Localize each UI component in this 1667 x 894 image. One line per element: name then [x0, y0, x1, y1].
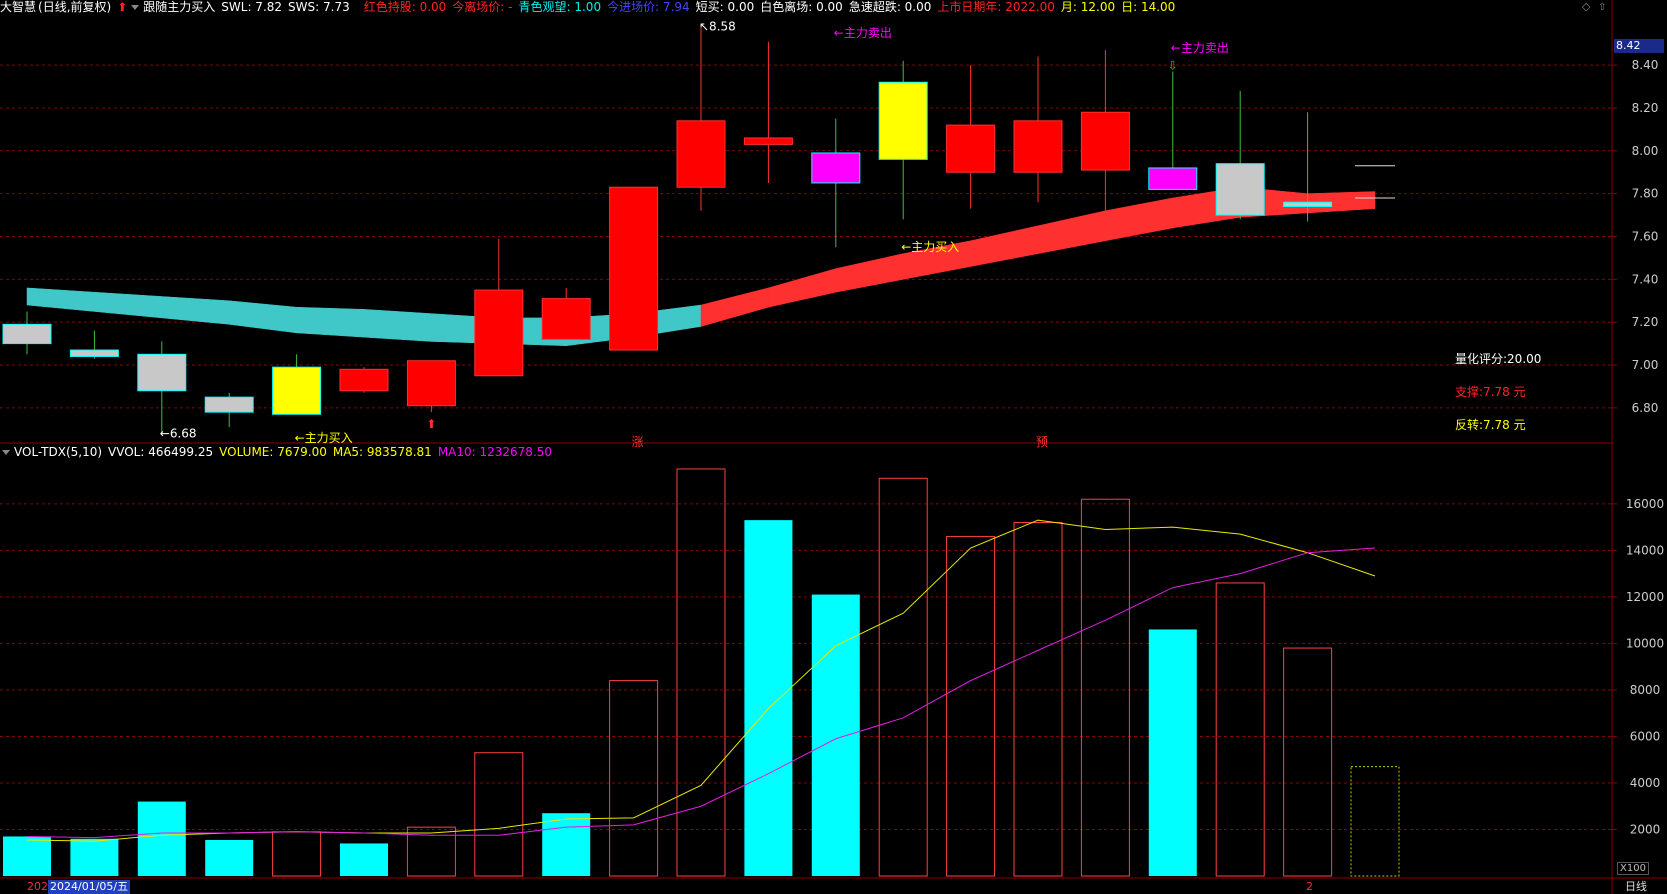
- candle-body: [811, 152, 861, 184]
- trend-ribbon-segment: [94, 291, 163, 319]
- volume-bar: [70, 838, 119, 876]
- chart-annotation: 涨: [632, 434, 644, 449]
- volume-header: VOL-TDX(5,10) VVOL: 466499.25 VOLUME: 7679…: [0, 445, 558, 459]
- trend-ribbon-segment: [296, 306, 365, 338]
- candle-body: [1215, 163, 1265, 216]
- volume-dropdown-icon[interactable]: [2, 450, 10, 455]
- quant-score: 量化评分:20.00: [1455, 352, 1542, 366]
- candle-body: [541, 298, 591, 340]
- chart-annotation: ←主力买入: [295, 431, 353, 445]
- candle-body: [272, 366, 322, 415]
- ma5-value: MA5: 983578.81: [332, 445, 432, 459]
- candle-body: [474, 289, 524, 377]
- volume-tick-label: 4000: [1630, 776, 1661, 790]
- candle-body: [609, 186, 659, 351]
- volume-bar: [1283, 647, 1333, 877]
- volume-tick-label: 8000: [1630, 683, 1661, 697]
- volume-bar: [340, 843, 388, 876]
- trend-ribbon-segment: [26, 287, 95, 312]
- candle-body: [878, 81, 928, 160]
- volume-bar: [744, 520, 793, 876]
- volume-bar: [474, 752, 524, 877]
- candle-body: [2, 323, 52, 345]
- volume-value: VOLUME: 7679.00: [219, 445, 327, 459]
- price-tick-label: 7.40: [1632, 272, 1659, 286]
- volume-unit-label: X100: [1617, 862, 1649, 875]
- volume-bar: [1215, 582, 1265, 877]
- vvol-value: VVOL: 466499.25: [108, 445, 214, 459]
- reversal-value: 反转:7.78 元: [1455, 418, 1526, 432]
- trend-ribbon-segment: [835, 253, 904, 293]
- candle-body: [69, 349, 119, 357]
- volume-bar: [205, 839, 254, 876]
- volume-indicator-name[interactable]: VOL-TDX(5,10): [14, 445, 102, 459]
- trend-ribbon-segment: [363, 309, 432, 342]
- volume-tick-label: 16000: [1626, 497, 1664, 511]
- trend-ribbon-segment: [700, 287, 769, 327]
- volume-tick-label: 2000: [1630, 822, 1661, 836]
- volume-bar: [811, 594, 860, 876]
- buy-signal-arrow-icon: ⬆: [426, 417, 436, 431]
- date-marker-right: 2: [1306, 880, 1313, 893]
- volume-tick-label: 14000: [1626, 543, 1664, 557]
- trend-ribbon-segment: [228, 300, 297, 334]
- price-tick-label: 7.80: [1632, 187, 1659, 201]
- chart-annotation: ←主力卖出: [834, 26, 892, 40]
- candle-body: [676, 120, 726, 188]
- candle-body: [743, 137, 793, 145]
- candle-body: [1283, 201, 1333, 208]
- trend-ribbon-segment: [161, 296, 230, 325]
- volume-bar: [878, 477, 928, 877]
- volume-bar: [609, 680, 659, 877]
- price-tick-label: 8.00: [1632, 144, 1659, 158]
- sell-signal-arrow-icon: ⇩: [1168, 59, 1178, 73]
- chart-annotation: ←6.68: [160, 427, 197, 441]
- trend-ribbon-segment: [768, 268, 837, 308]
- volume-tick-label: 10000: [1626, 636, 1664, 650]
- volume-bar: [1013, 521, 1063, 877]
- candle-body: [137, 353, 187, 392]
- candle-body: [406, 360, 456, 407]
- price-tick-label: 6.80: [1632, 401, 1659, 415]
- candle-body: [946, 124, 996, 173]
- trend-ribbon-segment: [1037, 210, 1106, 254]
- price-tick-label: 8.20: [1632, 101, 1659, 115]
- price-tick-label: 7.00: [1632, 358, 1659, 372]
- volume-tick-label: 12000: [1626, 590, 1664, 604]
- volume-bar: [676, 468, 726, 877]
- candle-body: [1013, 120, 1063, 173]
- chart-annotation: ↖8.58: [699, 20, 736, 34]
- chart-annotation: 预: [1036, 435, 1048, 449]
- current-price-tag: 8.42: [1614, 39, 1664, 53]
- candle-body: [1080, 111, 1130, 171]
- chart-annotation: ←主力买入: [901, 240, 959, 254]
- price-tick-label: 8.40: [1632, 58, 1659, 72]
- support-value: 支撑:7.78 元: [1455, 385, 1526, 399]
- selected-date: 2024/01/05/五: [48, 880, 131, 894]
- volume-bar: [3, 836, 51, 876]
- volume-tick-label: 6000: [1630, 729, 1661, 743]
- trend-ribbon-segment: [1105, 197, 1174, 242]
- price-tick-label: 7.60: [1632, 229, 1659, 243]
- price-tick-label: 7.20: [1632, 315, 1659, 329]
- volume-bar: [272, 831, 322, 877]
- date-prefix: 202: [27, 880, 48, 893]
- candle-body: [204, 396, 254, 413]
- candle-body: [339, 368, 389, 392]
- trend-ribbon-segment: [970, 225, 1039, 267]
- volume-bar: [137, 801, 186, 876]
- volume-bar: [1148, 629, 1197, 876]
- candle-body: [1148, 167, 1198, 190]
- volume-bar: [946, 535, 996, 877]
- volume-bar: [542, 813, 591, 876]
- volume-bar: [1080, 498, 1130, 877]
- period-tab-daily[interactable]: 日线: [1625, 880, 1647, 894]
- ma10-value: MA10: 1232678.50: [437, 445, 553, 459]
- chart-annotation: ←主力卖出: [1171, 41, 1229, 55]
